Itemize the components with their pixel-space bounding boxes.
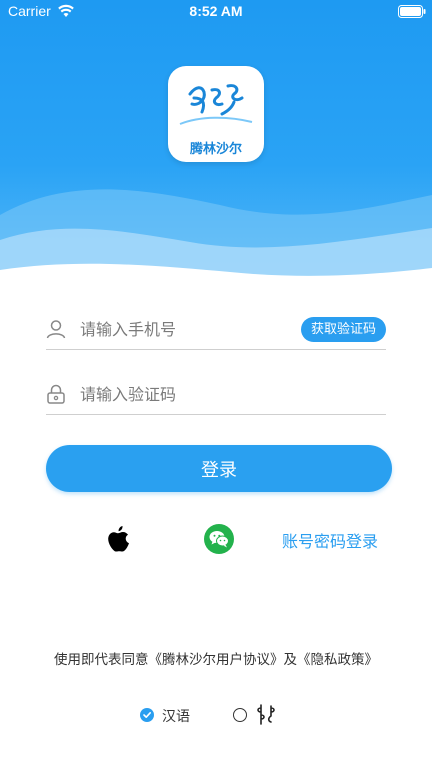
phone-field: 获取验证码 (46, 310, 386, 350)
clock: 8:52 AM (189, 3, 243, 19)
get-code-button[interactable]: 获取验证码 (300, 317, 386, 342)
login-screen: Carrier 8:52 AM 腾林沙尔 获取验证码 (0, 0, 432, 768)
login-button[interactable]: 登录 (46, 445, 392, 492)
language-label-chinese: 汉语 (162, 709, 190, 725)
code-field (46, 375, 386, 415)
wechat-icon (209, 531, 229, 548)
status-bar: Carrier 8:52 AM (0, 0, 432, 24)
app-name: 腾林沙尔 (189, 142, 242, 157)
user-icon (46, 320, 66, 339)
logo-script-icon (179, 84, 253, 125)
code-input[interactable] (80, 380, 320, 408)
apple-icon[interactable] (105, 524, 131, 554)
battery-icon (398, 5, 426, 18)
lock-icon (47, 384, 65, 404)
radio-checked-icon (140, 708, 154, 722)
agreement-text[interactable]: 使用即代表同意《腾林沙尔用户协议》及《隐私政策》 (0, 648, 432, 668)
app-logo: 腾林沙尔 (168, 66, 264, 162)
mongolian-script-label-icon (257, 704, 275, 725)
account-password-login-link[interactable]: 账号密码登录 (282, 528, 378, 552)
wave-decoration (0, 189, 432, 310)
radio-unchecked-icon (233, 708, 247, 722)
wechat-login-button[interactable] (204, 524, 234, 554)
phone-input[interactable] (80, 315, 320, 343)
